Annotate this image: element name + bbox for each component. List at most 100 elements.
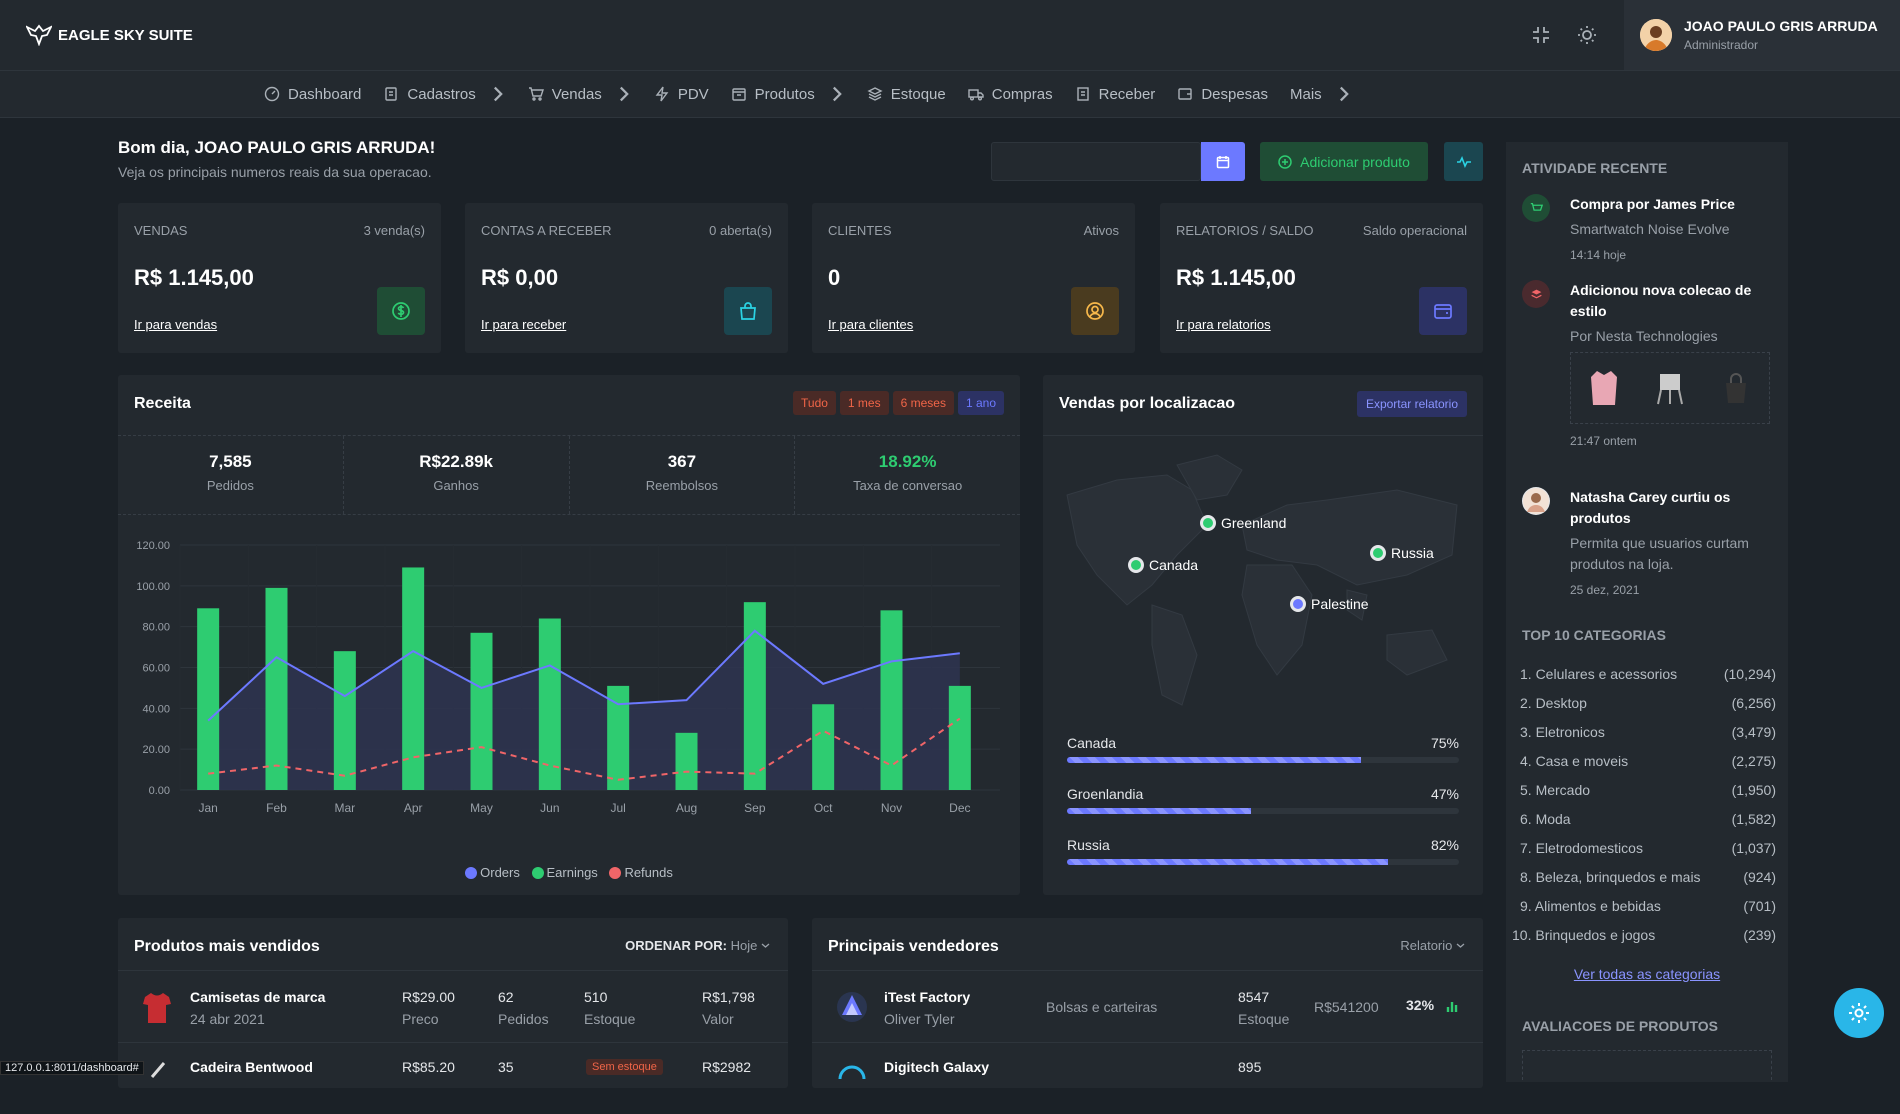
product-row[interactable]: Cadeira Bentwood R$85.20 35 Sem estoque … <box>118 1042 788 1114</box>
nav-item-compras[interactable]: Compras <box>968 86 1053 103</box>
all-categories-link[interactable]: Ver todas as categorias <box>1506 966 1788 982</box>
category-item[interactable]: 7. Eletrodomesticos (1,037) <box>1520 840 1776 856</box>
stat-link[interactable]: Ir para clientes <box>828 317 913 332</box>
fullscreen-exit-icon[interactable] <box>1530 24 1552 46</box>
product-row[interactable]: Camisetas de marca 24 abr 2021 R$29.00 Pr… <box>118 970 788 1042</box>
map-marker-palestine[interactable]: Palestine <box>1290 596 1369 612</box>
export-report-button[interactable]: Exportar relatorio <box>1356 391 1467 417</box>
marker-label: Greenland <box>1221 515 1287 531</box>
activity-item[interactable]: Adicionou nova colecao de estilo Por Nest… <box>1522 280 1772 448</box>
nav-item-estoque[interactable]: Estoque <box>867 86 946 103</box>
categories-heading: TOP 10 CATEGORIAS <box>1522 627 1666 643</box>
bag-icon[interactable] <box>1721 371 1751 405</box>
sun-icon[interactable] <box>1576 24 1598 46</box>
category-item[interactable]: 5. Mercado (1,950) <box>1520 782 1776 798</box>
report-dropdown[interactable]: Relatorio <box>1400 938 1465 953</box>
calendar-button[interactable] <box>1201 142 1245 181</box>
receipt-icon <box>1076 87 1089 101</box>
user-menu[interactable]: JOAO PAULO GRIS ARRUDA Administrador <box>1624 0 1900 70</box>
products-title: Produtos mais vendidos <box>134 938 320 955</box>
app-logo[interactable]: EAGLE SKY SUITE <box>26 24 193 46</box>
add-product-button[interactable]: Adicionar produto <box>1260 142 1428 181</box>
map-marker-canada[interactable]: Canada <box>1128 557 1198 573</box>
map-marker-greenland[interactable]: Greenland <box>1200 515 1286 531</box>
category-item[interactable]: 9. Alimentos e bebidas (701) <box>1520 898 1776 914</box>
location-percent: 47% <box>1430 786 1459 802</box>
category-name: 5. Mercado <box>1520 782 1591 798</box>
x-tick-label: May <box>470 801 493 815</box>
seller-row[interactable]: iTest Factory Oliver Tyler Bolsas e cart… <box>812 970 1483 1042</box>
tshirt-icon <box>143 993 171 1023</box>
stat-link[interactable]: Ir para vendas <box>134 317 217 332</box>
location-progress <box>1067 859 1459 865</box>
sort-dropdown[interactable]: ORDENAR POR: Hoje <box>625 938 770 953</box>
stat-link[interactable]: Ir para relatorios <box>1176 317 1271 332</box>
map-marker-russia[interactable]: Russia <box>1370 545 1434 561</box>
filter-3[interactable]: 1 ano <box>957 391 1004 415</box>
activity-title: Natasha Carey curtiu os produtos <box>1570 489 1731 526</box>
nav-label: Despesas <box>1201 85 1269 103</box>
earnings-bar <box>333 651 356 790</box>
category-item[interactable]: 3. Eletronicos (3,479) <box>1520 724 1776 740</box>
report-label: Relatorio <box>1400 938 1453 953</box>
nav-item-receber[interactable]: Receber <box>1075 86 1155 103</box>
marker-label: Canada <box>1149 557 1199 573</box>
collection-gallery <box>1570 352 1770 424</box>
category-item[interactable]: 2. Desktop (6,256) <box>1520 695 1776 711</box>
sellers-title: Principais vendedores <box>828 938 999 955</box>
filter-0[interactable]: Tudo <box>793 391 836 415</box>
chair-icon[interactable] <box>1655 370 1685 406</box>
stat-sub: Saldo operacional <box>1362 223 1467 238</box>
stat-card-1: CONTAS A RECEBER 0 aberta(s) R$ 0,00 Ir par… <box>465 203 788 353</box>
user-name: JOAO PAULO GRIS ARRUDA <box>1684 18 1878 34</box>
marker-dot-icon <box>1290 596 1306 612</box>
filter-1[interactable]: 1 mes <box>839 391 889 415</box>
nav-item-mais[interactable]: Mais <box>1290 86 1352 103</box>
category-item[interactable]: 4. Casa e moveis (2,275) <box>1520 753 1776 769</box>
category-item[interactable]: 1. Celulares e acessorios (10,294) <box>1520 666 1776 682</box>
seller-row[interactable]: Digitech Galaxy 895 <box>812 1042 1483 1114</box>
x-tick-label: Dec <box>949 801 970 815</box>
seller-value: R$541200 <box>1314 999 1379 1015</box>
category-item[interactable]: 10. Brinquedos e jogos (239) <box>1512 927 1776 943</box>
nav-item-dashboard[interactable]: Dashboard <box>264 86 361 103</box>
seller-percent: 32% <box>1406 997 1435 1013</box>
nav-item-cadastros[interactable]: Cadastros <box>383 86 505 103</box>
kpi-3: 18.92% Taxa de conversao <box>795 436 1020 514</box>
legend-orders[interactable]: Orders <box>465 865 520 880</box>
stat-card-3: RELATORIOS / SALDO Saldo operacional R$ 1.… <box>1160 203 1483 353</box>
stat-label: VENDAS <box>134 223 188 238</box>
y-tick-label: 100.00 <box>136 581 170 593</box>
legend-earnings[interactable]: Earnings <box>531 865 598 880</box>
jacket-icon[interactable] <box>1589 368 1619 408</box>
location-name: Groenlandia <box>1067 786 1144 802</box>
filter-2[interactable]: 6 meses <box>892 391 954 415</box>
kpi-value: R$22.89k <box>419 452 493 471</box>
seller-stock: 895 <box>1238 1059 1262 1075</box>
stat-sub: Ativos <box>1083 223 1119 238</box>
seller-name: iTest Factory <box>884 989 971 1005</box>
category-item[interactable]: 8. Beleza, brinquedos e mais (924) <box>1520 869 1776 885</box>
top-bar: EAGLE SKY SUITE JOAO PAULO GRIS ARRUDA A… <box>0 0 1900 70</box>
date-input[interactable] <box>991 142 1201 181</box>
bar-chart-icon <box>1446 1002 1458 1012</box>
legend-refunds[interactable]: Refunds <box>609 865 673 880</box>
chevron-right-icon <box>619 86 629 102</box>
activity-desc: Permita que usuarios curtam produtos na … <box>1570 535 1749 572</box>
nav-item-produtos[interactable]: Produtos <box>731 86 845 103</box>
settings-fab[interactable] <box>1834 988 1884 1038</box>
nav-item-despesas[interactable]: Despesas <box>1177 86 1268 103</box>
x-tick-label: Jul <box>610 801 625 815</box>
nav-label: Dashboard <box>288 85 362 103</box>
activity-item[interactable]: Natasha Carey curtiu os produtos Permita … <box>1522 487 1772 637</box>
seller-name: Digitech Galaxy <box>884 1059 990 1075</box>
activity-desc: Por Nesta Technologies <box>1570 328 1718 344</box>
activity-toggle-button[interactable] <box>1444 142 1483 181</box>
nav-item-pdv[interactable]: PDV <box>654 86 709 103</box>
nav-item-vendas[interactable]: Vendas <box>528 86 632 103</box>
stat-link[interactable]: Ir para receber <box>481 317 566 332</box>
category-item[interactable]: 6. Moda (1,582) <box>1520 811 1776 827</box>
category-name: 7. Eletrodomesticos <box>1520 840 1643 856</box>
category-name: 10. Brinquedos e jogos <box>1512 927 1656 943</box>
x-tick-label: Nov <box>881 801 902 815</box>
